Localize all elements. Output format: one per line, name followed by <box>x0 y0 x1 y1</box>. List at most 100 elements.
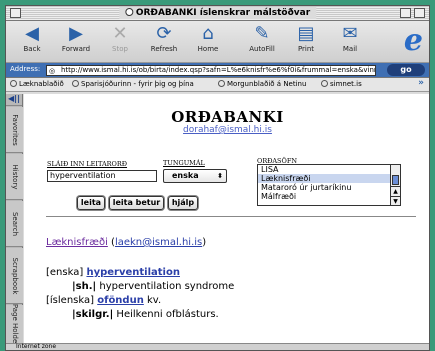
entry-tag: sh. <box>75 281 93 292</box>
sidebar-tab-label: Search <box>10 211 19 236</box>
divider <box>46 216 416 217</box>
collections-listbox[interactable]: LISA Læknisfræði Mataroró úr jurtaríkinu… <box>257 164 401 206</box>
autofill-button[interactable]: ✎ AutoFill <box>238 23 286 53</box>
forward-arrow-icon: ▶ <box>69 23 83 44</box>
scroll-down-icon[interactable]: ▼ <box>391 196 400 205</box>
address-url: http://www.ismal.hi.is/ob/birta/index.qs… <box>61 66 376 74</box>
language-value: enska <box>172 171 199 180</box>
printer-icon: ▤ <box>297 23 315 44</box>
favorite-label: Morgunblaðið á Netinu <box>227 80 307 88</box>
search-button[interactable]: leita <box>77 196 105 210</box>
sidebar-tab-label: Scrapbook <box>10 257 19 294</box>
entry-english: [enska] hyperventilation <box>46 267 180 278</box>
search-label: SLÁIÐ INN LEITARORÐ <box>47 160 128 168</box>
refresh-button[interactable]: ⟳ Refresh <box>140 23 188 53</box>
back-arrow-icon: ◀ <box>25 23 39 44</box>
back-label: Back <box>23 45 41 53</box>
collection-item-selected[interactable]: Læknisfræði <box>258 174 400 183</box>
collection-item[interactable]: Mataroró úr jurtaríkinu <box>258 183 400 192</box>
address-bar: Address: ◎ http://www.ismal.hi.is/ob/bir… <box>6 63 429 78</box>
help-button[interactable]: hjálp <box>168 196 198 210</box>
field-email-link[interactable]: laekn@ismal.hi.is <box>115 237 202 248</box>
ie-logo-icon: e <box>403 23 423 58</box>
page-globe-icon: ◎ <box>49 67 56 75</box>
favorite-label: Læknablaðið <box>19 80 64 88</box>
sidebar-tab-search[interactable]: Search <box>6 201 23 247</box>
entry-lang: enska <box>49 267 80 278</box>
entry-text: Heilkenni ofblásturs. <box>116 309 219 320</box>
refresh-label: Refresh <box>150 45 178 53</box>
sidebar-tab-favorites[interactable]: Favorites <box>6 107 23 153</box>
title-bar: ORÐABANKI íslenskrar málstöðvar <box>6 6 429 21</box>
autofill-icon: ✎ <box>254 23 270 44</box>
collection-item[interactable]: LISA <box>258 165 400 174</box>
toolbar: ◀ Back ▶ Forward ✕ Stop ⟳ Refresh ⌂ Home… <box>6 21 429 63</box>
browser-window: ORÐABANKI íslenskrar málstöðvar ◀ Back ▶… <box>5 5 430 351</box>
entry-tag: skilgr. <box>75 309 110 320</box>
favorite-globe-icon <box>10 80 17 87</box>
status-text: Internet zone <box>16 343 57 350</box>
field-name-link[interactable]: Læknisfræði <box>46 237 108 248</box>
page-content: ORÐABANKI dorahaf@ismal.hi.is SLÁIÐ INN … <box>24 94 429 346</box>
search-better-button[interactable]: leita betur <box>109 196 164 210</box>
home-label: Home <box>197 45 219 53</box>
favorite-globe-icon <box>321 80 328 87</box>
home-icon: ⌂ <box>202 23 214 44</box>
entry-definition: |skilgr.| Heilkenni ofblásturs. <box>72 309 219 320</box>
favorite-globe-icon <box>218 80 225 87</box>
go-button[interactable]: go <box>387 64 425 76</box>
language-select[interactable]: enska ⬍ <box>163 169 227 183</box>
favorite-item[interactable]: Sparisjóðurinn - fyrir þig og þína <box>72 80 194 88</box>
collapse-box[interactable] <box>414 8 425 18</box>
forward-label: Forward <box>61 45 91 53</box>
mail-button[interactable]: ✉ Mail <box>326 23 374 53</box>
zoom-box[interactable] <box>400 8 411 18</box>
favorite-item[interactable]: Læknablaðið <box>10 80 64 88</box>
term-link[interactable]: hyperventilation <box>86 267 180 278</box>
sidebar-tab-history[interactable]: History <box>6 154 23 200</box>
sidebar-tab-label: Page Holder <box>10 303 19 347</box>
favorite-item[interactable]: simnet.is <box>321 80 362 88</box>
favorites-bar: Læknablaðið Sparisjóðurinn - fyrir þig o… <box>6 78 429 92</box>
status-bar: Internet zone <box>6 343 429 350</box>
field-heading: Læknisfræði (laekn@ismal.hi.is) <box>46 237 206 248</box>
autofill-label: AutoFill <box>249 45 275 53</box>
address-label: Address: <box>10 65 41 73</box>
language-label: TUNGUMÁL <box>163 159 205 167</box>
home-button[interactable]: ⌂ Home <box>184 23 232 53</box>
go-label: go <box>400 65 412 74</box>
print-label: Print <box>297 45 315 53</box>
scroll-thumb[interactable] <box>392 175 399 185</box>
sidebar-tab-page-holder[interactable]: Page Holder <box>6 303 23 347</box>
mail-icon: ✉ <box>342 23 358 44</box>
scroll-up-icon[interactable]: ▲ <box>391 186 400 195</box>
close-box[interactable] <box>10 8 21 18</box>
window-title: ORÐABANKI íslenskrar málstöðvar <box>118 7 317 19</box>
term-link[interactable]: oföndun <box>97 295 144 306</box>
favorite-item[interactable]: Morgunblaðið á Netinu <box>218 80 306 88</box>
mail-label: Mail <box>342 45 358 53</box>
entry-text: hyperventilation syndrome <box>99 281 235 292</box>
sidebar-tab-scrapbook[interactable]: Scrapbook <box>6 248 23 304</box>
sidebar-tab-label: Favorites <box>10 113 19 146</box>
entry-synonym: |sh.| hyperventilation syndrome <box>72 281 235 292</box>
stop-button[interactable]: ✕ Stop <box>96 23 144 53</box>
chevron-right-icon[interactable]: » <box>418 78 424 88</box>
contact-email-link[interactable]: dorahaf@ismal.hi.is <box>24 125 429 135</box>
back-button[interactable]: ◀ Back <box>8 23 56 53</box>
refresh-icon: ⟳ <box>156 23 172 44</box>
forward-button[interactable]: ▶ Forward <box>52 23 100 53</box>
stop-label: Stop <box>112 45 128 53</box>
sidebar-toggle-icon[interactable]: ◀|| <box>6 94 22 106</box>
address-field[interactable]: ◎ http://www.ismal.hi.is/ob/birta/index.… <box>46 65 376 76</box>
listbox-scrollbar[interactable]: ▲ ▼ <box>390 165 400 205</box>
favorite-label: Sparisjóðurinn - fyrir þig og þína <box>81 80 194 88</box>
page-title: ORÐABANKI <box>171 108 284 126</box>
entry-icelandic: [íslenska] oföndun kv. <box>46 295 162 306</box>
select-arrows-icon: ⬍ <box>217 172 223 180</box>
search-input[interactable]: hyperventilation <box>47 170 157 182</box>
print-button[interactable]: ▤ Print <box>282 23 330 53</box>
collection-item[interactable]: Málfræði <box>258 192 400 201</box>
paren-close: ) <box>202 237 207 248</box>
entry-lang: íslenska <box>49 295 91 306</box>
